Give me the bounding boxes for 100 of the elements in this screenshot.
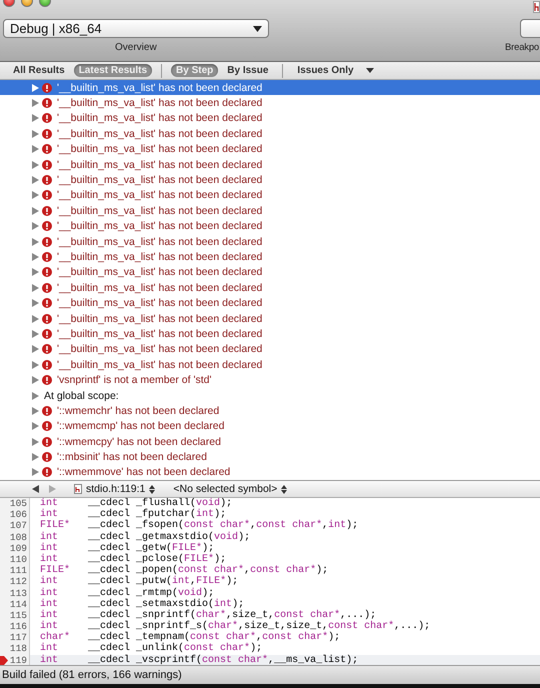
issue-row[interactable]: '__builtin_ms_va_list' has not been declared (0, 80, 540, 96)
caret-icon (253, 26, 262, 32)
line-number: 106 (10, 509, 27, 520)
issue-message: '__builtin_ms_va_list' has not been declared (57, 220, 262, 232)
issue-row[interactable]: '__builtin_ms_va_list' has not been declared (0, 172, 540, 188)
issue-message: '::mbsinit' has not been declared (57, 451, 207, 464)
issue-message: '__builtin_ms_va_list' has not been declared (57, 266, 262, 278)
issue-row[interactable]: '__builtin_ms_va_list' has not been declared (0, 264, 540, 280)
line-number: 108 (10, 532, 27, 543)
issue-row[interactable]: '::wmemcpy' has not been declared (0, 434, 540, 450)
issue-message: '__builtin_ms_va_list' has not been declared (57, 82, 262, 94)
issue-message: '__builtin_ms_va_list' has not been declared (57, 128, 262, 140)
forward-arrow-icon[interactable] (49, 485, 56, 493)
error-icon (42, 298, 52, 308)
issue-message: '::wmemchr' has not been declared (57, 404, 220, 417)
issue-message: '::wmemmove' has not been declared (57, 466, 230, 478)
issue-row[interactable]: '__builtin_ms_va_list' has not been declared (0, 310, 540, 326)
issue-row[interactable]: '__builtin_ms_va_list' has not been declared (0, 188, 540, 204)
error-icon (42, 252, 52, 262)
error-icon (42, 267, 52, 278)
issue-row[interactable]: '__builtin_ms_va_list' has not been declared (0, 357, 540, 372)
error-icon (42, 375, 52, 386)
issue-row[interactable]: '__builtin_ms_va_list' has not been declared (0, 218, 540, 234)
file-breadcrumb[interactable]: stdio.h:119:1 (74, 483, 156, 495)
code-line: int __cdecl _setmaxstdio(int); (39, 598, 244, 610)
issue-message: '__builtin_ms_va_list' has not been declared (57, 282, 262, 294)
issue-row[interactable]: At global scope: (0, 388, 540, 404)
error-icon (42, 98, 52, 108)
code-line: int __cdecl _pclose(FILE*); (39, 554, 226, 565)
issue-row[interactable]: '__builtin_ms_va_list' has not been declared (0, 342, 540, 358)
issue-message: '__builtin_ms_va_list' has not been declared (57, 236, 262, 248)
code-line: int __cdecl _fputchar(int); (39, 509, 226, 520)
scope-heading: At global scope: (44, 390, 119, 402)
document-icon (533, 1, 540, 13)
line-number: 109 (10, 542, 27, 554)
error-icon (42, 175, 52, 186)
issue-row[interactable]: 'vsnprintf' is not a member of 'std' (0, 372, 540, 388)
code-line: FILE* __cdecl _fsopen(const char*,const char*,int); (39, 520, 360, 532)
code-line: int __cdecl _snprintf(char*,size_t,const char*,...); (39, 610, 376, 621)
issue-row[interactable]: '::wmemcmp' has not been declared (0, 418, 540, 434)
error-icon (42, 360, 52, 370)
error-icon (42, 236, 52, 247)
issue-row[interactable]: '__builtin_ms_va_list' has not been declared (0, 95, 540, 111)
overview-label: Overview (115, 42, 157, 53)
issue-row[interactable]: '::wmemchr' has not been declared (0, 403, 540, 419)
error-icon (42, 314, 52, 324)
issue-row[interactable]: '__builtin_ms_va_list' has not been declared (0, 110, 540, 126)
code-line: int __cdecl _putw(int,FILE*); (39, 576, 240, 588)
error-icon (42, 113, 52, 124)
symbol-breadcrumb[interactable]: <No selected symbol> (173, 483, 288, 495)
line-number: 116 (10, 621, 27, 632)
code-line: int __cdecl _getw(FILE*); (39, 542, 216, 554)
up-down-arrows-icon (149, 484, 156, 494)
error-icon (42, 221, 52, 232)
issue-row[interactable]: '__builtin_ms_va_list' has not been declared (0, 295, 540, 311)
line-number: 111 (10, 565, 27, 576)
line-number: 118 (10, 643, 27, 655)
issue-message: '__builtin_ms_va_list' has not been declared (57, 143, 262, 156)
error-icon (42, 128, 52, 139)
line-number: 110 (10, 554, 27, 566)
error-icon (42, 344, 52, 354)
issue-message: 'vsnprintf' is not a member of 'std' (57, 374, 212, 386)
issue-row[interactable]: '::mbsinit' has not been declared (0, 449, 540, 465)
filter-button[interactable]: By Issue (222, 64, 274, 77)
issue-row[interactable]: '::wmemmove' has not been declared (0, 464, 540, 480)
up-down-arrows-icon (281, 484, 288, 494)
error-marker-icon (0, 656, 8, 665)
error-icon (42, 436, 52, 447)
issues-filter-dropdown[interactable]: Issues Only (292, 64, 379, 77)
line-number: 115 (10, 610, 27, 622)
issue-message: '__builtin_ms_va_list' has not been declared (57, 312, 262, 325)
issue-message: '__builtin_ms_va_list' has not been declared (57, 97, 262, 110)
issue-row[interactable]: '__builtin_ms_va_list' has not been declared (0, 156, 540, 172)
back-arrow-icon[interactable] (32, 485, 39, 493)
scheme-dropdown[interactable]: Debug | x86_64 (3, 19, 269, 38)
issue-message: '__builtin_ms_va_list' has not been declared (57, 204, 262, 217)
code-line: char* __cdecl _tempnam(const char*,const char*); (39, 632, 342, 644)
error-icon (42, 406, 52, 416)
error-icon (42, 82, 52, 93)
line-number: 113 (10, 588, 27, 599)
issue-row[interactable]: '__builtin_ms_va_list' has not been declared (0, 142, 540, 157)
issue-row[interactable]: '__builtin_ms_va_list' has not been declared (0, 126, 540, 142)
line-number: 105 (10, 498, 27, 510)
issue-message: '__builtin_ms_va_list' has not been declared (57, 328, 262, 340)
filter-button[interactable]: All Results (8, 64, 70, 77)
issue-message: '__builtin_ms_va_list' has not been declared (57, 250, 262, 263)
error-icon (42, 467, 52, 478)
issue-row[interactable]: '__builtin_ms_va_list' has not been declared (0, 203, 540, 219)
issue-row[interactable]: '__builtin_ms_va_list' has not been declared (0, 326, 540, 342)
issue-row[interactable]: '__builtin_ms_va_list' has not been declared (0, 280, 540, 296)
issue-message: '__builtin_ms_va_list' has not been declared (57, 297, 262, 310)
issue-row[interactable]: '__builtin_ms_va_list' has not been declared (0, 249, 540, 265)
error-icon (42, 190, 52, 200)
error-icon (42, 144, 52, 154)
line-number: 114 (10, 598, 27, 610)
code-line: FILE* __cdecl _popen(const char*,const char*); (39, 565, 330, 576)
line-number: 112 (10, 576, 27, 588)
issue-message: '__builtin_ms_va_list' has not been declared (57, 112, 262, 124)
breakpoints-button[interactable] (520, 19, 540, 38)
issue-row[interactable]: '__builtin_ms_va_list' has not been declared (0, 234, 540, 250)
